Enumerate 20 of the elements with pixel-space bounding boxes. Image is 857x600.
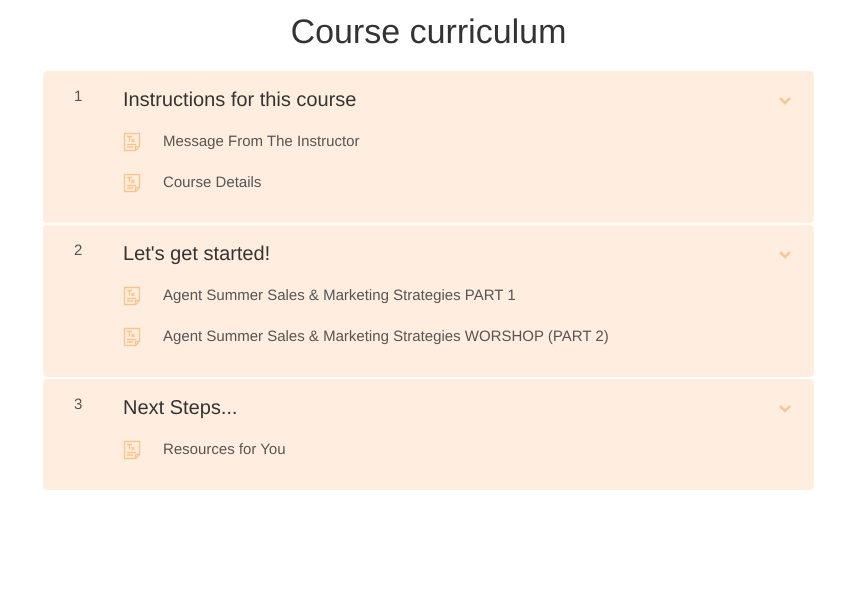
section-number: 2	[73, 241, 84, 261]
chevron-icon[interactable]	[778, 96, 792, 104]
lesson-link[interactable]: Agent Summer Sales & Marketing Strategies PART 1	[163, 285, 516, 306]
document-icon	[123, 440, 141, 460]
chevron-icon[interactable]	[778, 404, 792, 412]
document-icon	[123, 286, 141, 306]
section-title[interactable]: Next Steps...	[123, 394, 238, 422]
document-icon	[123, 172, 141, 192]
lesson-link[interactable]: Message From The Instructor	[163, 131, 360, 152]
document-icon	[123, 132, 141, 152]
lesson-link[interactable]: Course Details	[163, 172, 262, 193]
section-number: 3	[73, 395, 84, 415]
lesson-link[interactable]: Agent Summer Sales & Marketing Strategies WORSHOP (PART 2)	[163, 326, 609, 347]
section-number: 1	[73, 87, 84, 107]
section-title[interactable]: Instructions for this course	[123, 86, 356, 114]
lesson-link[interactable]: Resources for You	[163, 439, 286, 460]
section-title[interactable]: Let's get started!	[123, 240, 270, 268]
page-title: Course curriculum	[290, 12, 568, 53]
document-icon	[123, 326, 141, 346]
chevron-icon[interactable]	[778, 250, 792, 258]
